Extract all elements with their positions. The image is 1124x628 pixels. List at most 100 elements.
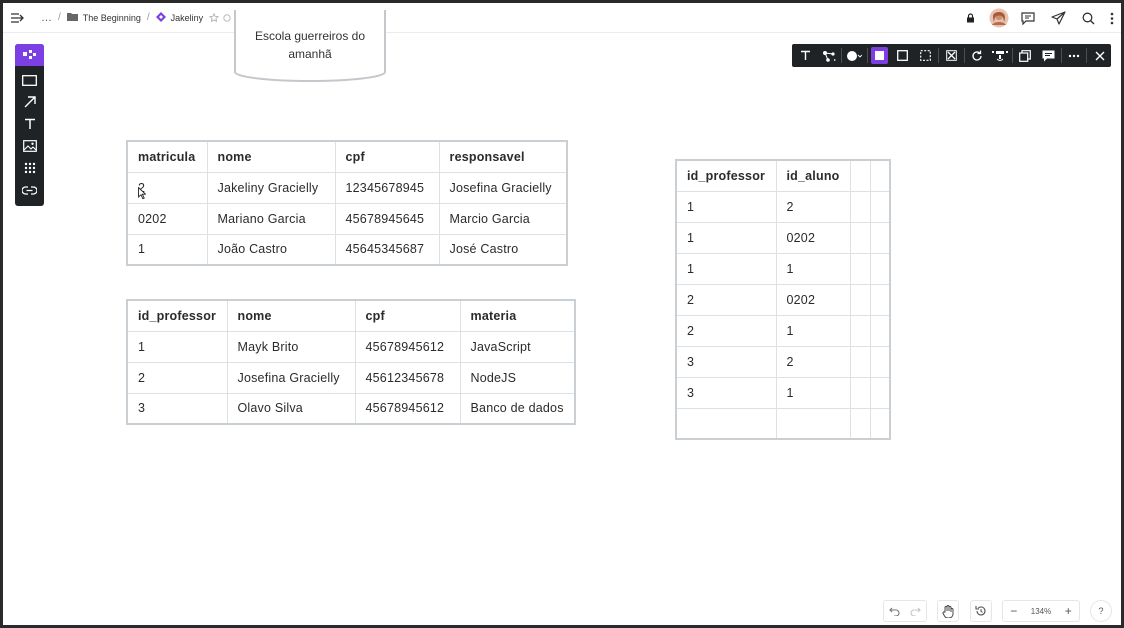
zoom-in-button[interactable]: + xyxy=(1058,601,1079,621)
breadcrumb-folder[interactable]: The Beginning xyxy=(66,12,141,23)
help-button[interactable]: ? xyxy=(1091,601,1111,621)
style-dashed-icon[interactable] xyxy=(914,45,937,66)
apps-grid-icon[interactable] xyxy=(15,157,44,179)
professores-table[interactable]: id_professor nome cpf materia 1 Mayk Bri… xyxy=(126,299,576,425)
column-header[interactable]: materia xyxy=(459,299,576,332)
table-cell[interactable]: 45645345687 xyxy=(334,233,440,266)
column-header[interactable]: id_aluno xyxy=(775,159,851,192)
table-cell[interactable]: Mariano Garcia xyxy=(206,202,336,235)
table-cell[interactable]: 1 xyxy=(675,190,777,223)
table-cell[interactable] xyxy=(775,407,851,440)
share-send-icon[interactable] xyxy=(1043,3,1073,33)
lock-icon[interactable] xyxy=(955,3,985,33)
table-cell[interactable]: 45678945612 xyxy=(354,392,461,425)
rotate-icon[interactable] xyxy=(965,45,988,66)
table-cell[interactable]: 1 xyxy=(775,314,851,347)
comment-icon[interactable] xyxy=(1037,45,1060,66)
star-icon[interactable] xyxy=(209,12,220,23)
table-cell[interactable]: 1 xyxy=(675,252,777,285)
table-cell[interactable] xyxy=(869,407,891,440)
pattern-icon[interactable] xyxy=(940,45,963,66)
table-cell[interactable] xyxy=(849,407,871,440)
column-header[interactable]: cpf xyxy=(354,299,461,332)
table-cell[interactable]: 1 xyxy=(126,233,208,266)
zoom-level[interactable]: 134% xyxy=(1024,601,1057,621)
table-cell[interactable]: Banco de dados xyxy=(459,392,576,425)
table-cell[interactable] xyxy=(849,221,871,254)
table-cell[interactable]: 3 xyxy=(675,376,777,409)
professor-aluno-table[interactable]: id_professor id_aluno 1 2 1 0202 1 1 2 0… xyxy=(675,159,891,440)
close-icon[interactable] xyxy=(1088,45,1111,66)
table-cell[interactable] xyxy=(849,376,871,409)
table-cell[interactable]: João Castro xyxy=(206,233,336,266)
table-cell[interactable]: 3 xyxy=(675,345,777,378)
column-header[interactable]: matricula xyxy=(126,140,208,173)
table-cell[interactable]: Jakeliny Gracielly xyxy=(206,171,336,204)
connector-style-icon[interactable] xyxy=(817,45,840,66)
undo-icon[interactable] xyxy=(884,601,905,621)
search-icon[interactable] xyxy=(1073,3,1103,33)
column-header[interactable]: nome xyxy=(206,140,336,173)
table-cell[interactable]: 2 xyxy=(775,190,851,223)
table-cell[interactable]: 2 xyxy=(775,345,851,378)
table-cell[interactable] xyxy=(869,283,891,316)
table-cell[interactable]: 45678945612 xyxy=(354,330,461,363)
text-format-icon[interactable] xyxy=(794,45,817,66)
table-cell[interactable]: 0202 xyxy=(775,283,851,316)
more-vertical-icon[interactable] xyxy=(1103,3,1121,33)
alunos-table[interactable]: matricula nome cpf responsavel 2 Jakelin… xyxy=(126,140,568,266)
table-cell[interactable]: Mayk Brito xyxy=(226,330,356,363)
table-cell[interactable] xyxy=(849,252,871,285)
table-cell[interactable]: 1 xyxy=(775,252,851,285)
more-horizontal-icon[interactable] xyxy=(1062,45,1085,66)
comments-icon[interactable] xyxy=(1013,3,1043,33)
text-tool-icon[interactable] xyxy=(15,113,44,135)
history-icon[interactable] xyxy=(971,601,991,621)
table-cell[interactable]: JavaScript xyxy=(459,330,576,363)
table-cell[interactable]: 2 xyxy=(126,361,228,394)
table-cell[interactable]: 0202 xyxy=(126,202,208,235)
style-solid-fill-icon[interactable] xyxy=(868,45,891,66)
zoom-out-button[interactable]: − xyxy=(1003,601,1024,621)
link-tool-icon[interactable] xyxy=(15,179,44,201)
table-cell[interactable]: 12345678945 xyxy=(334,171,440,204)
duplicate-icon[interactable] xyxy=(1014,45,1037,66)
table-cell[interactable] xyxy=(869,376,891,409)
table-cell[interactable]: 1 xyxy=(775,376,851,409)
image-tool-icon[interactable] xyxy=(15,135,44,157)
table-cell[interactable] xyxy=(675,407,777,440)
table-cell[interactable]: 1 xyxy=(126,330,228,363)
table-cell[interactable] xyxy=(869,345,891,378)
table-cell[interactable]: 1 xyxy=(675,221,777,254)
frames-tool-icon[interactable] xyxy=(15,44,44,66)
style-outline-icon[interactable] xyxy=(891,45,914,66)
rectangle-tool-icon[interactable] xyxy=(15,69,44,91)
table-cell[interactable]: 45612345678 xyxy=(354,361,461,394)
column-header[interactable] xyxy=(849,159,871,192)
table-cell[interactable] xyxy=(869,314,891,347)
column-header[interactable]: nome xyxy=(226,299,356,332)
column-header[interactable]: id_professor xyxy=(675,159,777,192)
table-cell[interactable] xyxy=(849,190,871,223)
table-cell[interactable]: Marcio Garcia xyxy=(438,202,568,235)
table-cell[interactable]: Josefina Gracielly xyxy=(226,361,356,394)
collapse-sidebar-icon[interactable] xyxy=(3,3,31,33)
table-cell[interactable]: Olavo Silva xyxy=(226,392,356,425)
column-header[interactable]: responsavel xyxy=(438,140,568,173)
table-cell[interactable]: Josefina Gracielly xyxy=(438,171,568,204)
table-cell[interactable] xyxy=(869,221,891,254)
table-cell[interactable]: 45678945645 xyxy=(334,202,440,235)
hand-pan-icon[interactable] xyxy=(938,601,958,621)
table-cell[interactable] xyxy=(849,314,871,347)
table-cell[interactable] xyxy=(849,345,871,378)
table-cell[interactable] xyxy=(869,190,891,223)
arrange-icon[interactable] xyxy=(988,45,1011,66)
breadcrumb-board[interactable]: Jakeliny xyxy=(155,11,203,24)
table-cell[interactable]: 2 xyxy=(675,283,777,316)
column-header[interactable]: id_professor xyxy=(126,299,228,332)
user-avatar[interactable] xyxy=(985,3,1013,33)
fill-color-icon[interactable] xyxy=(843,45,866,66)
table-cell[interactable] xyxy=(849,283,871,316)
breadcrumb-more[interactable]: … xyxy=(41,12,52,24)
table-cell[interactable]: NodeJS xyxy=(459,361,576,394)
